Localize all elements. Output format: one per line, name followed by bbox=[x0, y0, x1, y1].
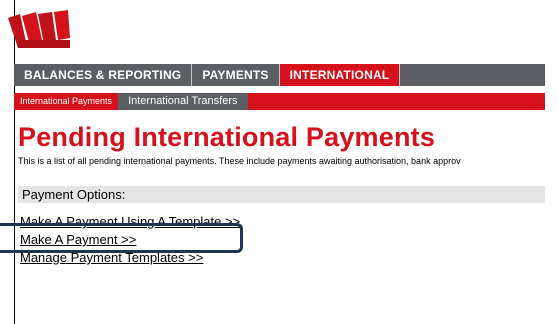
nav-payments[interactable]: PAYMENTS bbox=[192, 64, 280, 86]
payment-options-label: Payment Options: bbox=[22, 187, 126, 202]
sub-nav: International Payments International Tra… bbox=[14, 93, 545, 110]
subnav-international-payments[interactable]: International Payments bbox=[14, 93, 118, 110]
highlight-callout-box bbox=[0, 223, 243, 253]
nav-balances-reporting[interactable]: BALANCES & REPORTING bbox=[14, 64, 193, 86]
westpac-logo bbox=[8, 10, 70, 48]
nav-filler bbox=[400, 64, 545, 86]
subnav-international-transfers[interactable]: International Transfers bbox=[118, 93, 248, 110]
page-description: This is a list of all pending internatio… bbox=[18, 156, 461, 166]
payment-options-header: Payment Options: bbox=[18, 186, 545, 203]
nav-international[interactable]: INTERNATIONAL bbox=[279, 64, 401, 86]
main-nav: BALANCES & REPORTING PAYMENTS INTERNATIO… bbox=[14, 64, 545, 86]
page-title: Pending International Payments bbox=[18, 122, 436, 152]
